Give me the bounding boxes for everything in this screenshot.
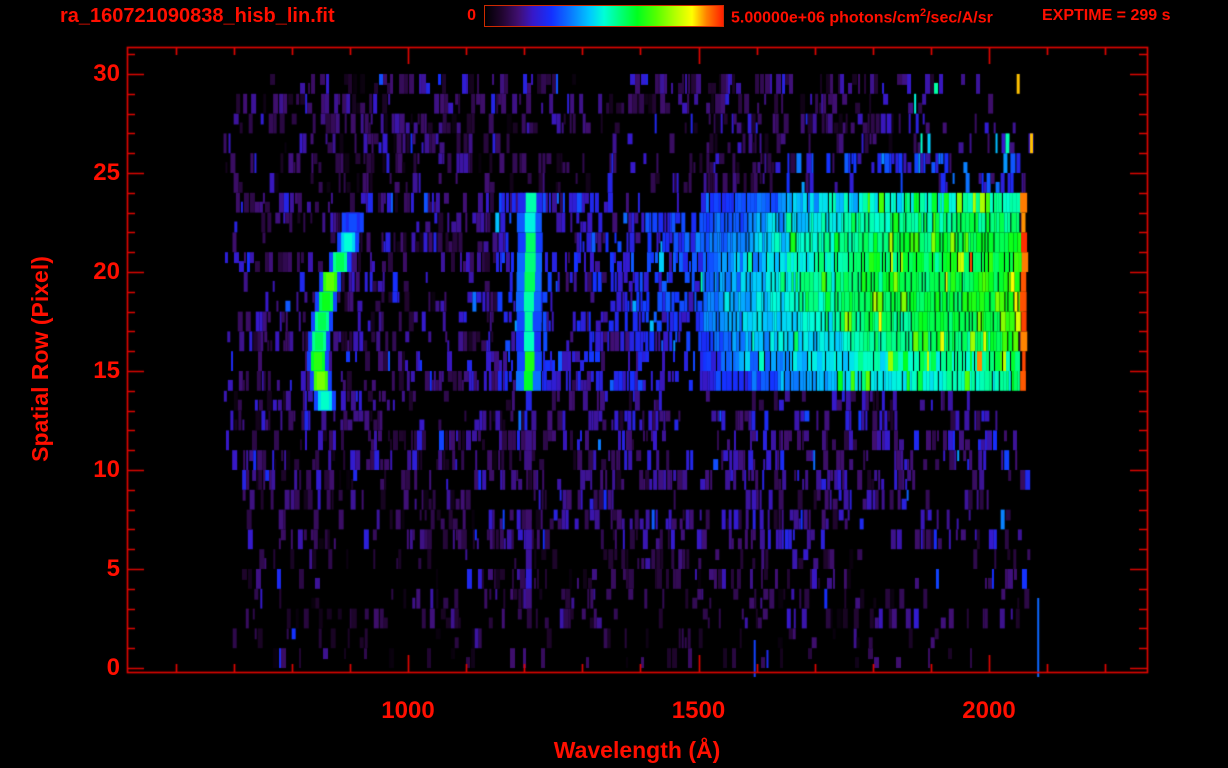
colorbar-max-label: 5.00000e+06 photons/cm2/sec/A/sr (731, 7, 993, 27)
y-tick-label: 25 (93, 159, 120, 186)
y-tick-label: 10 (93, 456, 120, 483)
y-tick-label: 0 (106, 654, 120, 681)
y-tick-label: 30 (93, 60, 120, 87)
file-title: ra_160721090838_hisb_lin.fit (60, 5, 335, 27)
x-tick-label: 1000 (381, 697, 435, 724)
spectrum-heatmap-canvas (0, 0, 1228, 768)
x-tick-label: 2000 (962, 697, 1016, 724)
colorbar-max-prefix: 5.00000e+06 photons/cm (731, 9, 920, 27)
x-tick-label: 1500 (671, 697, 726, 724)
colorbar-max-suffix: /sec/A/sr (926, 9, 993, 27)
colorbar-min-label: 0 (467, 7, 476, 24)
y-axis-title: Spatial Row (Pixel) (27, 256, 53, 462)
y-tick-label: 5 (106, 555, 120, 582)
x-axis-title: Wavelength (Å) (553, 737, 721, 763)
exptime-label: EXPTIME = 299 s (1042, 7, 1171, 24)
y-tick-label: 20 (93, 258, 120, 285)
y-tick-label: 15 (93, 357, 120, 384)
colorbar-gradient (484, 5, 724, 27)
